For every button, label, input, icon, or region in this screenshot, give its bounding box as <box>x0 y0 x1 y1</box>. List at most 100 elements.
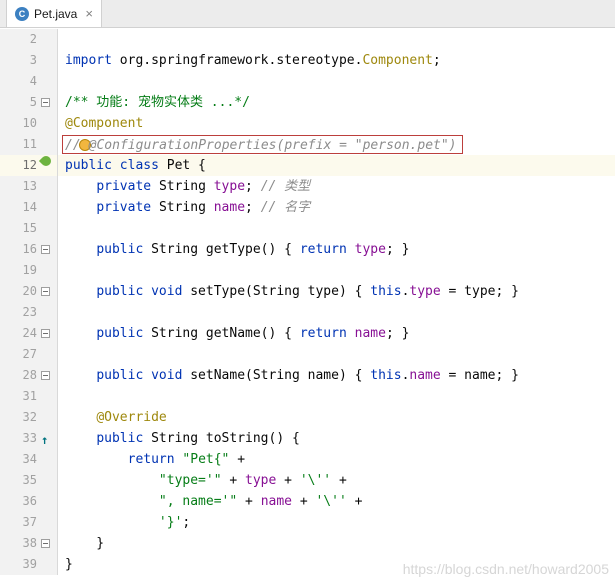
gutter[interactable]: 36 <box>0 491 58 512</box>
gutter[interactable]: 10 <box>0 113 58 134</box>
code-line[interactable]: 28 public void setName(String name) { th… <box>0 365 615 386</box>
token: Component <box>362 53 433 68</box>
gutter[interactable]: 15 <box>0 218 58 239</box>
code-line[interactable]: 2 <box>0 29 615 50</box>
token: setName(String name) { <box>190 368 371 383</box>
override-icon[interactable]: ↑ <box>41 430 48 451</box>
gutter[interactable]: 12 <box>0 153 58 176</box>
code-line[interactable]: 15 <box>0 218 615 239</box>
code-text: /** 功能: 宠物实体类 ...*/ <box>58 92 615 113</box>
code-line[interactable]: 19 <box>0 260 615 281</box>
code-line[interactable]: 4 <box>0 71 615 92</box>
gutter[interactable]: 4 <box>0 71 58 92</box>
gutter[interactable]: 39 <box>0 554 58 575</box>
fold-icon[interactable] <box>41 539 50 548</box>
gutter[interactable]: 19 <box>0 260 58 281</box>
code-line[interactable]: 37 '}'; <box>0 512 615 533</box>
fold-icon[interactable] <box>41 98 50 107</box>
gutter[interactable]: 38 <box>0 533 58 554</box>
code-line[interactable]: 27 <box>0 344 615 365</box>
code-line[interactable]: 32 @Override <box>0 407 615 428</box>
code-line[interactable]: 38 } <box>0 533 615 554</box>
code-line[interactable]: 20 public void setType(String type) { th… <box>0 281 615 302</box>
token: public <box>96 431 152 446</box>
token: + <box>229 452 246 467</box>
close-icon[interactable]: × <box>85 6 93 21</box>
token: name <box>354 326 386 341</box>
fold-icon[interactable] <box>41 329 50 338</box>
code-text: '}'; <box>58 512 615 533</box>
token: + <box>237 494 261 509</box>
gutter[interactable]: 20 <box>0 281 58 302</box>
gutter[interactable]: 34 <box>0 449 58 470</box>
line-number: 24 <box>22 326 37 340</box>
token: String <box>158 179 214 194</box>
editor-tab-bar: C Pet.java × <box>0 0 615 28</box>
token: String <box>158 200 214 215</box>
fold-icon[interactable] <box>41 371 50 380</box>
code-line[interactable]: 14 private String name; // 名字 <box>0 197 615 218</box>
gutter[interactable]: 28 <box>0 365 58 386</box>
gutter[interactable]: 16 <box>0 239 58 260</box>
code-line[interactable]: 34 return "Pet{" + <box>0 449 615 470</box>
gutter[interactable]: 23 <box>0 302 58 323</box>
gutter[interactable]: 32 <box>0 407 58 428</box>
line-number: 19 <box>22 263 37 277</box>
line-number: 2 <box>29 32 37 46</box>
code-line[interactable]: 5 /** 功能: 宠物实体类 ...*/ <box>0 92 615 113</box>
gutter[interactable]: 35 <box>0 470 58 491</box>
code-line[interactable]: 35 "type='" + type + '\'' + <box>0 470 615 491</box>
java-class-icon: C <box>15 6 29 21</box>
code-line[interactable]: 10 @Component <box>0 113 615 134</box>
code-line[interactable]: 11 //@ConfigurationProperties(prefix = "p… <box>0 134 615 155</box>
gutter[interactable]: 14 <box>0 197 58 218</box>
token: name <box>409 368 441 383</box>
gutter[interactable]: 31 <box>0 386 58 407</box>
token: + <box>276 473 300 488</box>
code-text: import org.springframework.stereotype.Co… <box>58 50 615 71</box>
tab-pet-java[interactable]: C Pet.java × <box>6 0 102 27</box>
token: ; <box>182 515 191 530</box>
code-text: private String name; // 名字 <box>58 197 615 218</box>
gutter[interactable]: 37 <box>0 512 58 533</box>
code-text: public String getName() { return name; } <box>58 323 615 344</box>
line-number: 33 <box>22 431 37 445</box>
code-text: public String getType() { return type; } <box>58 239 615 260</box>
code-line[interactable]: 13 private String type; // 类型 <box>0 176 615 197</box>
fold-icon[interactable] <box>41 287 50 296</box>
code-line[interactable]: 23 <box>0 302 615 323</box>
gutter[interactable]: 5 <box>0 92 58 113</box>
code-line[interactable]: 16 public String getType() { return type… <box>0 239 615 260</box>
code-line[interactable]: 39} <box>0 554 615 575</box>
fold-icon[interactable] <box>41 245 50 254</box>
gutter[interactable]: 3 <box>0 50 58 71</box>
token: "Pet{" <box>182 452 230 467</box>
gutter[interactable]: 13 <box>0 176 58 197</box>
code-line[interactable]: 24 public String getName() { return name… <box>0 323 615 344</box>
editor[interactable]: 2 3 import org.springframework.stereotype.… <box>0 29 615 581</box>
code-text: } <box>58 533 615 554</box>
token: '}' <box>158 515 183 530</box>
code-line[interactable]: 12 public class Pet { <box>0 153 615 176</box>
gutter[interactable]: 27 <box>0 344 58 365</box>
gutter[interactable]: 2 <box>0 29 58 50</box>
bean-icon[interactable] <box>38 153 54 169</box>
gutter[interactable]: 33 ↑ <box>0 428 58 449</box>
gutter[interactable]: 24 <box>0 323 58 344</box>
code-line[interactable]: 36 ", name='" + name + '\'' + <box>0 491 615 512</box>
token: name <box>260 494 292 509</box>
gutter[interactable]: 11 <box>0 134 58 155</box>
code-line[interactable]: 33 ↑ public String toString() { <box>0 428 615 449</box>
token: ; } <box>385 326 410 341</box>
code-text: public void setName(String name) { this.… <box>58 365 615 386</box>
token: } <box>65 557 73 572</box>
code-line[interactable]: 3 import org.springframework.stereotype.C… <box>0 50 615 71</box>
code-line[interactable]: 31 <box>0 386 615 407</box>
